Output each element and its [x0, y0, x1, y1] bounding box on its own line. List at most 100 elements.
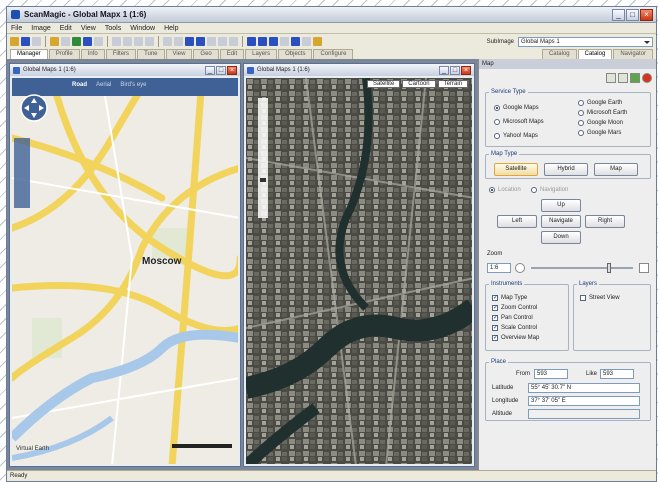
map-nav-birdseye[interactable]: Bird's eye	[120, 82, 146, 88]
radio-google-earth[interactable]: Google Earth	[578, 100, 622, 106]
tile-icon[interactable]	[258, 37, 267, 46]
tab-profile[interactable]: Profile	[48, 49, 80, 59]
maptype-satellite-button[interactable]: Satellite	[494, 163, 538, 176]
maptype-map-button[interactable]: Map	[594, 163, 638, 176]
radio-microsoft-earth[interactable]: Microsoft Earth	[578, 110, 627, 116]
layers-icon[interactable]	[83, 37, 92, 46]
zoom-in-icon[interactable]	[639, 263, 649, 273]
check-pan-control[interactable]: ✓ Pan Control	[492, 315, 533, 321]
map-nav-road[interactable]: Road	[72, 82, 87, 88]
stop-icon[interactable]	[642, 73, 652, 83]
menu-edit[interactable]: Edit	[60, 25, 72, 32]
zoom-slider-thumb[interactable]	[607, 263, 612, 273]
tab-info[interactable]: Info	[80, 49, 105, 59]
redo-icon[interactable]	[123, 37, 132, 46]
radio-google-moon[interactable]: Google Moon	[578, 120, 623, 126]
tab-configure[interactable]: Configure	[313, 49, 354, 59]
folder-icon[interactable]	[50, 37, 59, 46]
cascade-icon[interactable]	[269, 37, 278, 46]
menu-file[interactable]: File	[11, 25, 22, 32]
sat-maximize-button[interactable]: □	[450, 65, 460, 75]
maximize-button[interactable]: □	[626, 8, 639, 21]
info-icon[interactable]	[313, 37, 322, 46]
check-map-type[interactable]: ✓ Map Type	[492, 295, 527, 301]
zoom-slider[interactable]	[531, 263, 633, 273]
map-maximize-button[interactable]: □	[216, 65, 226, 75]
tab-manager[interactable]: Manager	[10, 49, 48, 59]
menu-help[interactable]: Help	[164, 25, 178, 32]
close-button[interactable]: ×	[640, 8, 653, 21]
fit-icon[interactable]	[207, 37, 216, 46]
undo-icon[interactable]	[112, 37, 121, 46]
radio-google-mars[interactable]: Google Mars	[578, 130, 621, 136]
refresh-icon[interactable]	[72, 37, 81, 46]
sat-view-terrain[interactable]: Terrain	[437, 80, 468, 88]
window-icon[interactable]	[280, 37, 289, 46]
map-nav-aerial[interactable]: Aerial	[96, 82, 111, 88]
check-street-view[interactable]: Street View	[580, 295, 620, 301]
altitude-field[interactable]	[528, 409, 640, 419]
latitude-field[interactable]: 55° 45' 30.7" N	[528, 383, 640, 393]
panel-tool-icon[interactable]	[606, 73, 616, 83]
pan-left-button[interactable]: Left	[497, 215, 537, 228]
tab-geo[interactable]: Geo	[193, 49, 219, 59]
check-zoom-control[interactable]: ✓ Zoom Control	[492, 305, 537, 311]
radio-location[interactable]: Location	[489, 187, 521, 193]
hand-icon[interactable]	[174, 37, 183, 46]
pan-up-button[interactable]: Up	[541, 199, 581, 212]
radio-navigation[interactable]: Navigation	[531, 187, 568, 193]
open-icon[interactable]	[10, 37, 19, 46]
pan-right-button[interactable]: Right	[585, 215, 625, 228]
zoom-in-icon[interactable]	[185, 37, 194, 46]
print-icon[interactable]	[61, 37, 70, 46]
tab-right-catalog[interactable]: Catalog	[577, 49, 613, 59]
tab-filters[interactable]: Filters	[105, 49, 137, 59]
subimage-select[interactable]: Global Maps 1	[518, 36, 653, 47]
tab-view[interactable]: View	[165, 49, 193, 59]
tab-edit[interactable]: Edit	[219, 49, 245, 59]
navigate-button[interactable]: Navigate	[541, 215, 581, 228]
tab-layers[interactable]: Layers	[245, 49, 278, 59]
like-field[interactable]: 593	[600, 369, 634, 379]
panel-tool-icon[interactable]	[618, 73, 628, 83]
radio-microsoft-maps[interactable]: Microsoft Maps	[494, 119, 544, 125]
satellite-map-canvas[interactable]: Satellite Cartoon Terrain	[246, 78, 472, 464]
zoom-out-icon[interactable]	[515, 263, 525, 273]
select-icon[interactable]	[163, 37, 172, 46]
zoom-out-icon[interactable]	[196, 37, 205, 46]
radio-yahoo-maps[interactable]: Yahoo! Maps	[494, 133, 538, 139]
from-field[interactable]: 593	[534, 369, 568, 379]
longitude-field[interactable]: 37° 37' 05" E	[528, 396, 640, 406]
save-icon[interactable]	[32, 37, 41, 46]
settings-icon[interactable]	[302, 37, 311, 46]
menu-window[interactable]: Window	[130, 25, 155, 32]
check-scale-control[interactable]: ✓ Scale Control	[492, 325, 537, 331]
map-close-button[interactable]: ×	[227, 65, 237, 75]
radio-google-maps[interactable]: Google Maps	[494, 105, 539, 111]
menu-tools[interactable]: Tools	[105, 25, 121, 32]
map-icon[interactable]	[291, 37, 300, 46]
measure-icon[interactable]	[229, 37, 238, 46]
satellite-map-window[interactable]: Global Maps 1 (1:6) _ □ × Satellite Cart…	[243, 63, 475, 467]
check-overview-map[interactable]: ✓ Overview Map	[492, 335, 539, 341]
map-minimize-button[interactable]: _	[205, 65, 215, 75]
tab-tune[interactable]: Tune	[137, 49, 165, 59]
copy-icon[interactable]	[94, 37, 103, 46]
sat-close-button[interactable]: ×	[461, 65, 471, 75]
tab-right-1[interactable]: Catalog	[541, 49, 577, 59]
road-map-window[interactable]: Global Maps 1 (1:6) _ □ × Road Aerial Bi…	[9, 63, 241, 467]
go-icon[interactable]	[630, 73, 640, 83]
grid-icon[interactable]	[247, 37, 256, 46]
minimize-button[interactable]: _	[612, 8, 625, 21]
menu-view[interactable]: View	[81, 25, 96, 32]
actual-size-icon[interactable]	[218, 37, 227, 46]
sat-minimize-button[interactable]: _	[439, 65, 449, 75]
crop-icon[interactable]	[134, 37, 143, 46]
pan-down-button[interactable]: Down	[541, 231, 581, 244]
sat-view-cartoon[interactable]: Cartoon	[402, 80, 436, 88]
tab-right-navigator[interactable]: Navigator	[613, 49, 653, 59]
rotate-icon[interactable]	[145, 37, 154, 46]
tab-objects[interactable]: Objects	[278, 49, 313, 59]
globe-icon[interactable]	[21, 37, 30, 46]
sat-view-satellite[interactable]: Satellite	[366, 80, 401, 88]
